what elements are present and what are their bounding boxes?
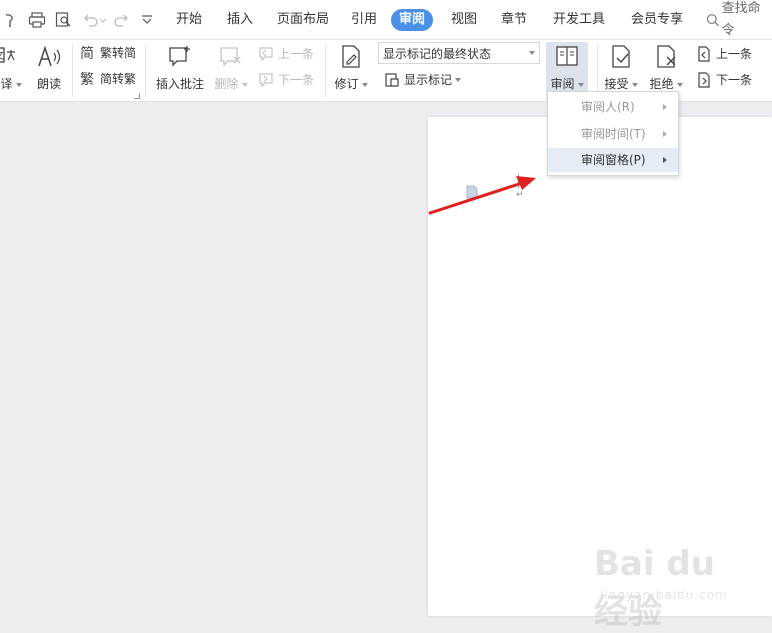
search-icon <box>706 14 720 27</box>
tab-view[interactable]: 视图 <box>451 9 477 31</box>
simp-to-trad-button[interactable]: 繁 简转繁 <box>80 70 136 87</box>
prev-comment-label: 上一条 <box>278 47 315 61</box>
trad-to-simp-icon: 简 <box>80 45 94 61</box>
watermark-url: jingyan.baidu.com <box>600 588 728 602</box>
menu-item-review-pane-label: 审阅窗格(P) <box>581 153 646 167</box>
read-aloud-icon <box>35 43 63 71</box>
review-pane-icon <box>555 43 579 71</box>
read-aloud-label: 朗读 <box>36 77 61 91</box>
insert-comment-label: 插入批注 <box>155 77 204 91</box>
review-label: 审阅 <box>550 77 575 91</box>
display-mode-select[interactable]: 显示标记的最终状态 <box>378 42 540 64</box>
trad-to-simp-button[interactable]: 简 繁转简 <box>80 44 136 61</box>
chevron-down-icon <box>529 51 535 55</box>
search-label: 查找命令 <box>721 1 761 38</box>
customize-toolbar-icon[interactable] <box>140 11 154 29</box>
text-cursor <box>518 174 519 188</box>
review-dropdown-menu: 审阅人(R) 审阅时间(T) 审阅窗格(P) <box>547 91 679 176</box>
delete-label: 删除 <box>214 77 239 91</box>
simp-to-trad-label: 简转繁 <box>100 72 137 86</box>
search-commands[interactable]: 查找命令 <box>706 1 772 38</box>
next-change-label: 下一条 <box>716 73 753 87</box>
tab-home[interactable]: 开始 <box>176 9 202 31</box>
tab-developer[interactable]: 开发工具 <box>553 9 605 31</box>
next-comment-icon <box>259 72 273 87</box>
insert-comment-button[interactable]: 插入批注 <box>153 40 207 92</box>
reject-icon <box>654 43 678 71</box>
tab-insert[interactable]: 插入 <box>227 9 253 31</box>
accept-button[interactable]: 接受 <box>603 40 639 92</box>
show-markup-icon <box>385 72 399 87</box>
menu-item-review-time[interactable]: 审阅时间(T) <box>548 122 678 146</box>
next-comment-button[interactable]: 下一条 <box>258 71 314 88</box>
next-change-icon <box>698 71 710 88</box>
svg-text:文: 文 <box>0 49 4 62</box>
tab-page-layout[interactable]: 页面布局 <box>277 9 329 31</box>
menu-item-review-time-label: 审阅时间(T) <box>581 127 646 141</box>
menu-item-reviewer[interactable]: 审阅人(R) <box>548 95 678 119</box>
prev-comment-button[interactable]: 上一条 <box>258 45 314 62</box>
accept-label: 接受 <box>604 77 629 91</box>
chevron-right-icon <box>663 104 667 110</box>
review-button-content[interactable]: 审阅 <box>546 40 588 92</box>
tab-references[interactable]: 引用 <box>351 9 377 31</box>
baidu-jingyan-watermark: Bai du 经验 jingyan.baidu.com <box>590 530 740 632</box>
redo-format-icon[interactable] <box>2 11 18 29</box>
menu-item-review-pane[interactable]: 审阅窗格(P) <box>548 148 678 172</box>
simp-to-trad-icon: 繁 <box>80 72 94 87</box>
menu-item-reviewer-label: 审阅人(R) <box>581 100 635 114</box>
prev-change-label: 上一条 <box>716 47 753 61</box>
chevron-right-icon <box>663 157 667 163</box>
dialog-launcher-icon[interactable] <box>134 93 140 99</box>
redo-icon[interactable] <box>114 11 130 29</box>
next-change-button[interactable]: 下一条 <box>696 71 752 88</box>
paragraph-mark: ↵ <box>516 190 524 200</box>
tab-sections[interactable]: 章节 <box>501 9 527 31</box>
menu-bar: 开始 插入 页面布局 引用 审阅 视图 章节 开发工具 会员专享 查找命令 <box>0 0 772 40</box>
prev-change-icon <box>698 45 710 62</box>
svg-text:繁: 繁 <box>80 72 94 87</box>
track-changes-button[interactable]: 修订 <box>333 40 369 92</box>
translate-icon: 文 <box>0 43 20 71</box>
print-preview-icon[interactable] <box>55 11 73 29</box>
trad-to-simp-label: 繁转简 <box>100 46 137 60</box>
delete-comment-icon <box>218 43 244 71</box>
svg-text:简: 简 <box>80 45 94 61</box>
translate-button[interactable]: 文 翻译 <box>0 40 22 92</box>
chevron-right-icon <box>663 131 667 137</box>
tab-member[interactable]: 会员专享 <box>631 9 683 31</box>
delete-comment-button[interactable]: 删除 <box>212 40 250 92</box>
undo-icon[interactable] <box>82 11 108 29</box>
insert-comment-icon <box>167 43 193 71</box>
document-note-icon <box>466 185 478 199</box>
reject-label: 拒绝 <box>649 77 674 91</box>
tab-review[interactable]: 审阅 <box>391 9 434 31</box>
track-changes-icon <box>339 43 363 71</box>
prev-change-button[interactable]: 上一条 <box>696 45 752 62</box>
print-icon[interactable] <box>28 11 46 29</box>
prev-comment-icon <box>259 46 273 61</box>
show-markup-button[interactable]: 显示标记 <box>384 71 462 88</box>
display-mode-value: 显示标记的最终状态 <box>383 46 492 61</box>
next-comment-label: 下一条 <box>278 73 315 87</box>
reject-button[interactable]: 拒绝 <box>648 40 684 92</box>
accept-icon <box>609 43 633 71</box>
show-markup-label: 显示标记 <box>404 73 453 87</box>
track-changes-label: 修订 <box>334 77 359 91</box>
read-aloud-button[interactable]: 朗读 <box>32 40 66 92</box>
translate-label: 翻译 <box>0 77 13 91</box>
